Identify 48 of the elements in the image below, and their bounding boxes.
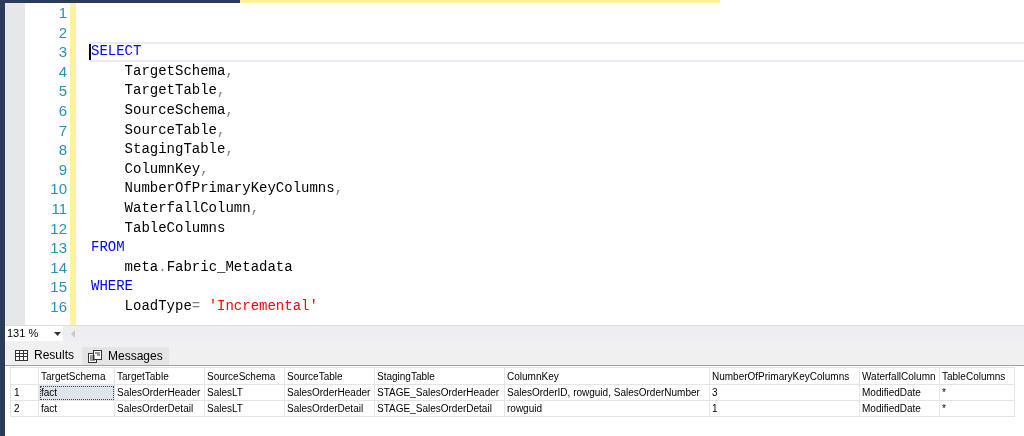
code-line: SourceSchema, — [123, 100, 234, 120]
code-line: ColumnKey, — [123, 159, 209, 179]
caret-icon — [54, 331, 61, 336]
code-line: WHERE — [91, 277, 133, 297]
line-number: 8 — [58, 141, 67, 159]
code-line: TargetTable, — [123, 81, 226, 101]
column-header[interactable]: TableColumns — [939, 367, 1015, 385]
results-tab[interactable]: Messages — [82, 347, 169, 365]
column-header[interactable]: SourceSchema — [204, 367, 285, 385]
column-header[interactable]: WaterfallColumn — [859, 367, 940, 385]
code-line: LoadType= 'Incremental' — [123, 296, 318, 316]
line-number: 6 — [58, 101, 67, 119]
column-header[interactable]: ColumnKey — [504, 367, 710, 385]
code-line: meta.Fabric_Metadata — [123, 257, 293, 277]
line-number: 7 — [58, 121, 67, 139]
zoom-dropdown[interactable]: 131 % — [5, 326, 63, 341]
column-header[interactable]: NumberOfPrimaryKeyColumns — [709, 367, 860, 385]
line-number: 10 — [50, 180, 67, 198]
code-line: TargetSchema, — [123, 61, 234, 81]
line-number: 15 — [50, 278, 67, 296]
line-number: 3 — [58, 43, 67, 61]
row-number[interactable]: 1 — [10, 384, 39, 401]
code-line: SourceTable, — [123, 120, 226, 140]
line-number: 16 — [50, 297, 67, 315]
column-header[interactable]: TargetSchema — [38, 367, 115, 385]
line-number: 13 — [50, 239, 67, 257]
row-number[interactable]: 2 — [10, 400, 39, 417]
line-number: 1 — [58, 4, 67, 21]
line-number: 11 — [51, 199, 67, 217]
grid-icon — [15, 349, 28, 361]
column-header[interactable]: StagingTable — [374, 367, 505, 385]
column-header[interactable]: TargetTable — [114, 367, 205, 385]
line-number: 12 — [50, 219, 67, 237]
code-line: FROM — [91, 238, 125, 258]
line-number: 2 — [58, 23, 67, 41]
column-header[interactable]: SourceTable — [284, 367, 375, 385]
document-icon — [88, 349, 102, 363]
text-cursor — [89, 44, 91, 60]
scroll-left-icon[interactable] — [71, 329, 75, 338]
code-line: SELECT — [91, 42, 142, 62]
code-line: StagingTable, — [123, 140, 234, 160]
code-line: TableColumns — [123, 218, 226, 238]
code-line: WaterfallColumn, — [123, 198, 260, 218]
line-number: 5 — [58, 82, 67, 100]
code-line: NumberOfPrimaryKeyColumns, — [123, 179, 344, 199]
line-number: 14 — [50, 258, 67, 276]
line-number: 4 — [58, 62, 67, 80]
line-number: 9 — [58, 160, 67, 178]
